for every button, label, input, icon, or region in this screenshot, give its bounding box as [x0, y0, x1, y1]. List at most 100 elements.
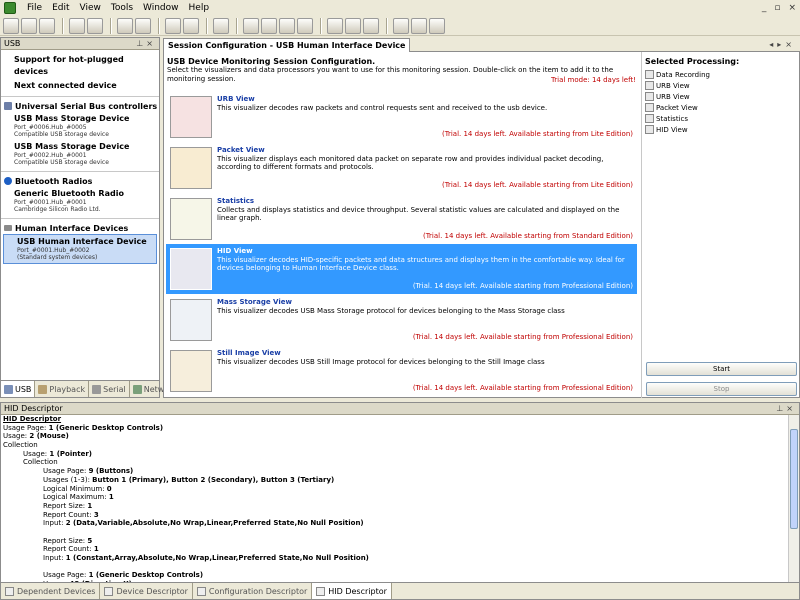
visualizer-item[interactable]: Still Image View This visualizer decodes …	[166, 346, 637, 396]
next-device-item[interactable]: Next connected device	[1, 79, 159, 93]
toolbar-button-icon[interactable]	[135, 17, 151, 34]
visualizer-name[interactable]: Still Image View	[217, 349, 637, 358]
descriptor-line: Report Size: 5	[3, 537, 789, 546]
device-name: USB Mass Storage Device	[14, 142, 130, 151]
stop-button[interactable]: Stop	[646, 382, 797, 396]
close-icon[interactable]: ×	[788, 0, 796, 16]
tab-label: HID Descriptor	[328, 586, 387, 596]
group-header[interactable]: Human Interface Devices	[1, 222, 159, 234]
visualizer-item[interactable]: Statistics Collects and displays statisti…	[166, 194, 637, 244]
pin-close-icons[interactable]: ⊥×	[776, 403, 799, 414]
visualizer-description: This visualizer decodes USB Mass Storage…	[217, 307, 565, 315]
panel-title: HID Descriptor	[4, 404, 63, 413]
tab-hid-descriptor[interactable]: HID Descriptor	[312, 583, 392, 599]
toolbar-button-icon[interactable]	[39, 17, 55, 34]
descriptor-line: Usage Page: 1 (Generic Desktop Controls)	[3, 571, 789, 580]
device-item[interactable]: USB Mass Storage Device Port_#0002.Hub_#…	[1, 140, 159, 168]
device-desc: Cambridge Silicon Radio Ltd.	[14, 206, 101, 213]
group-header[interactable]: Bluetooth Radios	[1, 175, 159, 187]
tab-configuration-descriptor[interactable]: Configuration Descriptor	[193, 583, 313, 599]
usb-controllers-group: Universal Serial Bus controllers USB Mas…	[1, 97, 159, 172]
toolbar-button-icon[interactable]	[393, 17, 409, 34]
urb-view-icon	[170, 96, 212, 138]
toolbar-button-icon[interactable]	[183, 17, 199, 34]
visualizer-name[interactable]: HID View	[217, 247, 637, 256]
scrollbar-thumb[interactable]	[790, 429, 798, 529]
processing-label: Statistics	[656, 114, 688, 123]
menu-view[interactable]: View	[75, 0, 106, 16]
visualizer-name[interactable]: URB View	[217, 95, 637, 104]
toolbar-button-icon[interactable]	[345, 17, 361, 34]
device-desc: (Standard system devices)	[17, 254, 98, 261]
toolbar-button-icon[interactable]	[327, 17, 343, 34]
device-item[interactable]: USB Mass Storage Device Port_#0006.Hub_#…	[1, 112, 159, 140]
device-item-selected[interactable]: USB Human Interface Device Port_#0001.Hu…	[3, 234, 157, 264]
descriptor-heading: HID Descriptor	[3, 415, 62, 423]
toolbar-button-icon[interactable]	[117, 17, 133, 34]
tab-serial[interactable]: Serial	[89, 381, 130, 397]
visualizer-body: Packet View This visualizer displays each…	[217, 143, 637, 193]
tab-dependent-devices[interactable]: Dependent Devices	[1, 583, 101, 599]
toolbar-separator	[236, 17, 238, 34]
toolbar-button-icon[interactable]	[297, 17, 313, 34]
toolbar-button-icon[interactable]	[165, 17, 181, 34]
toolbar-button-icon[interactable]	[261, 17, 277, 34]
processing-item[interactable]: Data Recording	[645, 69, 710, 80]
urb-view-icon	[645, 92, 654, 101]
processing-label: HID View	[656, 125, 688, 134]
start-button[interactable]: Start	[646, 362, 797, 376]
menu-edit[interactable]: Edit	[47, 0, 74, 16]
toolbar-button-icon[interactable]	[363, 17, 379, 34]
toolbar-button-icon[interactable]	[69, 17, 85, 34]
processing-item[interactable]: URB View	[645, 91, 710, 102]
menu-help[interactable]: Help	[184, 0, 215, 16]
toolbar-button-icon[interactable]	[21, 17, 37, 34]
minimize-icon[interactable]: _	[762, 0, 767, 16]
device-tree[interactable]: Support for hot-plugged devices Next con…	[1, 50, 159, 378]
hotplug-item[interactable]: Support for hot-plugged devices	[1, 53, 159, 79]
vertical-scrollbar[interactable]	[788, 415, 799, 582]
toolbar-button-icon[interactable]	[411, 17, 427, 34]
visualizer-description: This visualizer decodes USB Still Image …	[217, 358, 545, 366]
processing-item[interactable]: Packet View	[645, 102, 710, 113]
descriptor-line: Usage Page: 1 (Generic Desktop Controls)	[3, 424, 789, 433]
visualizer-name[interactable]: Mass Storage View	[217, 298, 637, 307]
device-port: Port_#0006.Hub_#0005	[14, 124, 87, 131]
descriptor-line: Collection	[3, 458, 789, 467]
descriptor-value: 1	[93, 545, 99, 554]
tab-playback[interactable]: Playback	[35, 381, 90, 397]
toolbar-button-icon[interactable]	[429, 17, 445, 34]
toolbar-button-icon[interactable]	[279, 17, 295, 34]
processing-item[interactable]: URB View	[645, 80, 710, 91]
group-header[interactable]: Universal Serial Bus controllers	[1, 100, 159, 112]
visualizer-name[interactable]: Statistics	[217, 197, 637, 206]
visualizer-item[interactable]: HID View This visualizer decodes HID-spec…	[166, 244, 637, 294]
pin-close-icons[interactable]: ⊥×	[136, 38, 159, 49]
hid-view-icon	[645, 125, 654, 134]
menu-tools[interactable]: Tools	[106, 0, 138, 16]
processing-label: URB View	[656, 92, 690, 101]
processing-item[interactable]: Statistics	[645, 113, 710, 124]
visualizer-item[interactable]: Mass Storage View This visualizer decodes…	[166, 295, 637, 345]
device-item[interactable]: Generic Bluetooth Radio Port_#0001.Hub_#…	[1, 187, 159, 215]
tab-session-configuration[interactable]: Session Configuration - USB Human Interf…	[163, 38, 411, 52]
tab-device-descriptor[interactable]: Device Descriptor	[100, 583, 193, 599]
visualizer-item[interactable]: URB View This visualizer decodes raw pack…	[166, 92, 637, 142]
descriptor-value: 1 (Pointer)	[49, 449, 92, 458]
usb-device-panel: USB ⊥× Support for hot-plugged devices N…	[0, 37, 182, 398]
network-icon	[132, 384, 142, 394]
app-window: File Edit View Tools Window Help _ ▫ × U…	[0, 0, 800, 600]
doc-nav-close-icons[interactable]: ◂▸×	[769, 38, 796, 52]
toolbar-button-icon[interactable]	[213, 17, 229, 34]
visualizer-item[interactable]: Packet View This visualizer displays each…	[166, 143, 637, 193]
menu-window[interactable]: Window	[138, 0, 184, 16]
processing-item[interactable]: HID View	[645, 124, 710, 135]
menu-file[interactable]: File	[22, 0, 47, 16]
visualizer-name[interactable]: Packet View	[217, 146, 637, 155]
toolbar-button-icon[interactable]	[87, 17, 103, 34]
restore-icon[interactable]: ▫	[774, 0, 780, 16]
tab-usb[interactable]: USB	[1, 381, 36, 397]
panel-title-bar: USB ⊥×	[1, 38, 159, 50]
toolbar-button-icon[interactable]	[3, 17, 19, 34]
toolbar-button-icon[interactable]	[243, 17, 259, 34]
